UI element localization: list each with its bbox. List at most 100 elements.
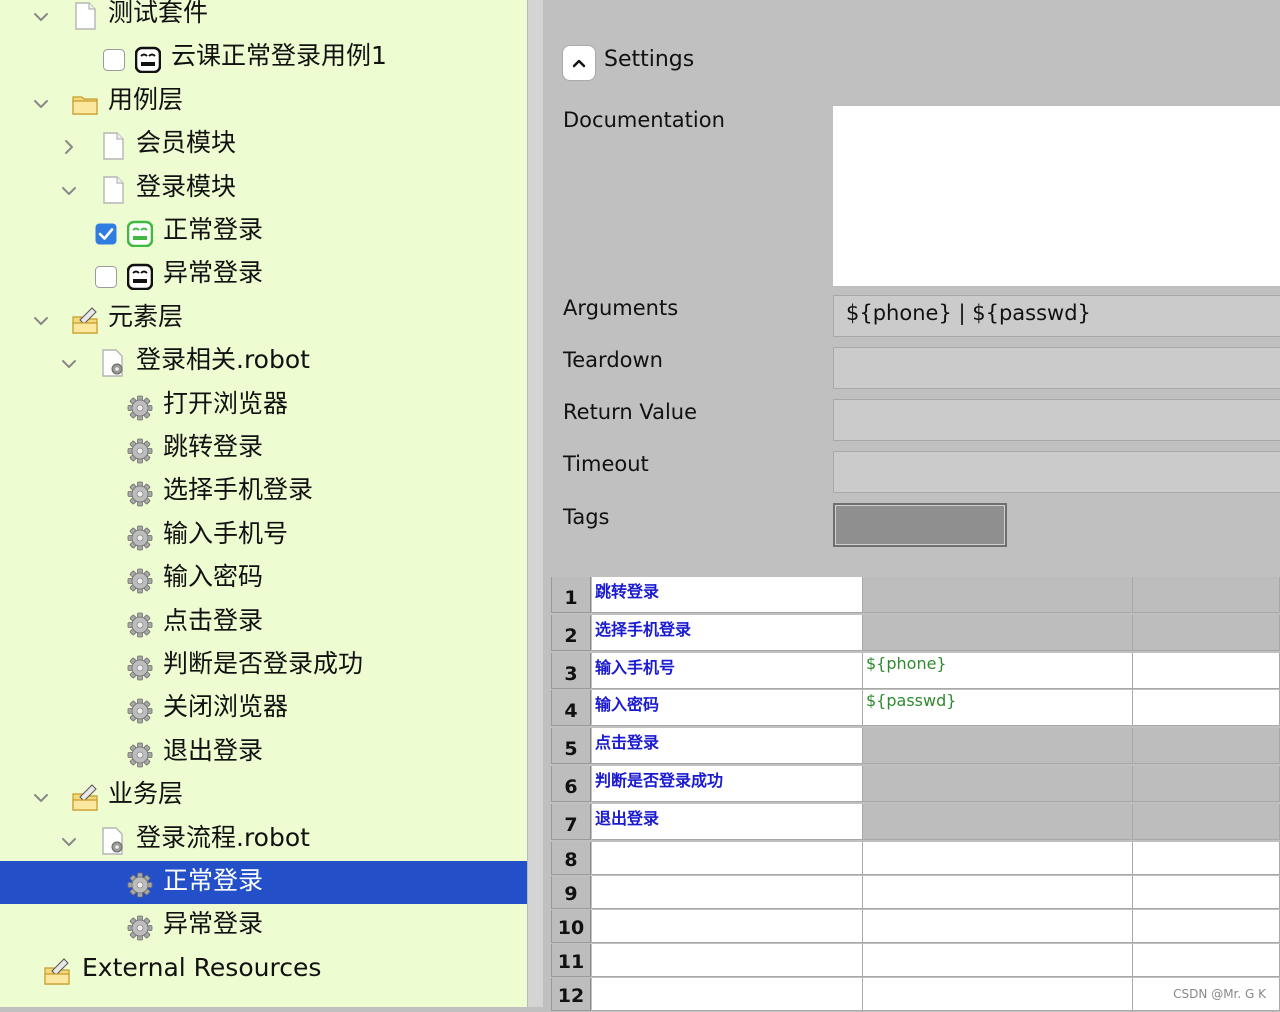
chevron-down-icon[interactable] [30, 787, 52, 809]
timeout-field[interactable] [833, 451, 1280, 493]
checkbox-checked[interactable] [95, 223, 117, 245]
row-number[interactable]: 3 [551, 652, 591, 689]
row-number[interactable]: 7 [551, 803, 591, 840]
tree-item[interactable]: 业务层 [0, 774, 527, 817]
chevron-down-icon[interactable] [58, 831, 80, 853]
row-number[interactable]: 4 [551, 690, 591, 727]
tree-item[interactable]: 点击登录 [0, 601, 527, 644]
chevron-right-icon[interactable] [58, 136, 80, 158]
tree-item[interactable]: 输入手机号 [0, 514, 527, 557]
file-icon [100, 132, 126, 160]
grid-row: 4 输入密码 ${passwd} [551, 690, 1280, 727]
argument-cell[interactable] [1133, 690, 1280, 727]
tree-item[interactable]: 登录相关.robot [0, 340, 527, 383]
tree-item-label: 异常登录 [163, 258, 264, 288]
argument-cell[interactable] [863, 766, 1133, 802]
argument-cell[interactable] [1133, 728, 1280, 765]
keyword-cell[interactable] [592, 875, 863, 909]
argument-cell[interactable] [863, 577, 1133, 613]
argument-cell[interactable] [1133, 652, 1280, 689]
test-suite-tree[interactable]: 测试套件 云课正常登录用例1 用例层 会员模块 登录模块 正常登录 异常登录 元素层 登录相关.… [0, 0, 527, 1007]
keyword-cell[interactable]: 退出登录 [592, 803, 863, 840]
tree-item-label: 选择手机登录 [163, 475, 314, 505]
argument-cell[interactable]: ${phone} [863, 652, 1133, 689]
arguments-field[interactable]: ${phone} | ${passwd} [833, 295, 1280, 337]
checkbox-unchecked[interactable] [103, 49, 125, 72]
tree-item[interactable]: 退出登录 [0, 731, 527, 774]
keyword-cell[interactable] [592, 943, 863, 977]
file-icon [72, 2, 98, 30]
argument-cell[interactable] [1133, 577, 1280, 613]
chevron-down-icon[interactable] [30, 310, 52, 332]
keyword-cell[interactable]: 点击登录 [592, 728, 863, 765]
argument-cell[interactable] [863, 977, 1133, 1011]
argument-cell[interactable] [863, 909, 1133, 943]
teardown-field[interactable] [833, 347, 1280, 389]
tree-item[interactable]: 用例层 [0, 80, 527, 123]
argument-cell[interactable] [1133, 909, 1280, 943]
tree-item[interactable]: 跳转登录 [0, 427, 527, 470]
checkbox-unchecked[interactable] [95, 266, 117, 289]
keyword-cell[interactable]: 选择手机登录 [592, 614, 863, 651]
argument-cell[interactable] [863, 803, 1133, 840]
keyword-cell[interactable]: 跳转登录 [592, 577, 863, 613]
tree-item-label: 输入密码 [163, 562, 264, 592]
argument-cell[interactable] [863, 875, 1133, 909]
argument-cell[interactable] [863, 943, 1133, 977]
argument-cell[interactable] [1133, 803, 1280, 840]
tree-item[interactable]: 异常登录 [0, 253, 527, 296]
keyword-cell[interactable] [592, 841, 863, 875]
tree-item[interactable]: 云课正常登录用例1 [0, 36, 527, 79]
tree-item[interactable]: 正常登录 [0, 210, 527, 253]
grid-row: 2 选择手机登录 [551, 614, 1280, 652]
argument-cell[interactable] [1133, 766, 1280, 802]
tags-field[interactable] [833, 503, 1007, 547]
keyword-cell[interactable]: 判断是否登录成功 [592, 766, 863, 802]
tree-item[interactable]: 测试套件 [0, 0, 527, 36]
documentation-field[interactable] [833, 106, 1280, 286]
argument-cell[interactable] [863, 728, 1133, 765]
tree-item[interactable]: 关闭浏览器 [0, 687, 527, 730]
argument-cell[interactable]: ${passwd} [863, 690, 1133, 727]
argument-cell[interactable] [863, 614, 1133, 651]
return-value-field[interactable] [833, 399, 1280, 441]
argument-cell[interactable] [1133, 943, 1280, 977]
tree-item[interactable]: 输入密码 [0, 557, 527, 600]
row-number[interactable]: 5 [551, 728, 591, 765]
gear-icon [127, 436, 153, 464]
chevron-down-icon[interactable] [30, 93, 52, 115]
chevron-up-icon [572, 59, 586, 68]
tree-item[interactable]: 判断是否登录成功 [0, 644, 527, 687]
keyword-cell[interactable] [592, 909, 863, 943]
chevron-down-icon[interactable] [58, 180, 80, 202]
argument-cell[interactable] [1133, 841, 1280, 875]
settings-collapse-button[interactable] [562, 45, 596, 81]
tree-item[interactable]: 登录模块 [0, 167, 527, 210]
tree-item[interactable]: 元素层 [0, 297, 527, 340]
keyword-cell[interactable] [592, 977, 863, 1011]
row-number[interactable]: 12 [551, 977, 591, 1011]
row-number[interactable]: 6 [551, 766, 591, 802]
row-number[interactable]: 8 [551, 841, 591, 875]
keyword-cell[interactable]: 输入密码 [592, 690, 863, 727]
chevron-down-icon[interactable] [30, 6, 52, 28]
tree-item[interactable]: 异常登录 [0, 904, 527, 947]
row-number[interactable]: 1 [551, 577, 591, 613]
tree-item[interactable]: 正常登录 [0, 861, 527, 904]
tree-item[interactable]: 选择手机登录 [0, 470, 527, 513]
argument-cell[interactable] [1133, 875, 1280, 909]
pane-splitter[interactable] [527, 0, 543, 1007]
tree-item[interactable]: 登录流程.robot [0, 818, 527, 861]
argument-cell[interactable] [1133, 614, 1280, 651]
row-number[interactable]: 9 [551, 875, 591, 909]
tree-item[interactable]: 打开浏览器 [0, 384, 527, 427]
tree-item[interactable]: External Resources [0, 948, 527, 991]
chevron-down-icon[interactable] [58, 353, 80, 375]
row-number[interactable]: 10 [551, 909, 591, 943]
argument-cell[interactable] [863, 841, 1133, 875]
row-number[interactable]: 2 [551, 614, 591, 651]
tree-item[interactable]: 会员模块 [0, 123, 527, 166]
tree-item-label: External Resources [82, 952, 322, 982]
row-number[interactable]: 11 [551, 943, 591, 977]
keyword-cell[interactable]: 输入手机号 [592, 652, 863, 689]
